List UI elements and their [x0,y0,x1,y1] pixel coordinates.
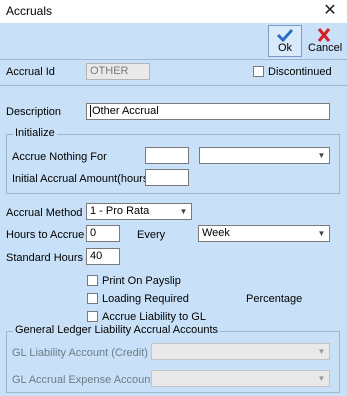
chevron-down-icon: ▼ [179,207,188,216]
accrue-nothing-for-field[interactable] [145,147,189,164]
loading-required-checkbox[interactable] [87,293,98,304]
cancel-button[interactable]: Cancel [307,25,343,57]
every-select[interactable]: Week ▼ [198,225,330,242]
standard-hours-label: Standard Hours [6,252,84,264]
red-x-icon [317,28,331,42]
chevron-down-icon: ▼ [317,151,326,160]
gl-expense-label: GL Accrual Expense Account [12,374,154,386]
text-caret [90,105,91,118]
close-icon[interactable]: ✕ [319,1,341,21]
chevron-down-icon: ▼ [317,374,326,383]
every-label: Every [137,229,166,241]
gl-accounts-group-title: General Ledger Liability Accrual Account… [13,324,221,336]
description-value: Other Accrual [92,105,159,117]
gl-liability-select: ▼ [151,343,330,360]
hours-to-accrue-field[interactable]: 0 [86,225,120,242]
ok-label: Ok [277,42,293,54]
standard-hours-field[interactable]: 40 [86,248,120,265]
toolbar-separator [0,59,347,60]
chevron-down-icon: ▼ [317,229,326,238]
print-on-payslip-label: Print On Payslip [102,275,181,287]
title-bar: Accruals ✕ [0,0,347,23]
loading-required-label: Loading Required [102,293,189,305]
discontinued-checkbox[interactable] [253,66,264,77]
accrue-nothing-for-label: Accrue Nothing For [12,151,107,163]
accrual-method-select[interactable]: 1 - Pro Rata ▼ [86,203,192,220]
accrue-liability-label: Accrue Liability to GL [102,311,206,323]
window-title: Accruals [6,4,53,18]
gl-liability-label: GL Liability Account (Credit) [12,347,148,359]
chevron-down-icon: ▼ [317,347,326,356]
percentage-label: Percentage [246,293,303,305]
every-value: Week [202,227,230,239]
hours-to-accrue-label: Hours to Accrue [6,229,85,241]
discontinued-label: Discontinued [268,66,332,78]
description-field[interactable]: Other Accrual [86,103,330,120]
accrue-nothing-for-unit-select[interactable]: ▼ [199,147,330,164]
initial-accrual-label: Initial Accrual Amount(hours) [12,173,153,185]
accrual-id-field: OTHER [86,63,150,80]
print-on-payslip-checkbox[interactable] [87,275,98,286]
header-separator [0,85,347,86]
description-label: Description [6,106,62,118]
accrual-method-label: Accrual Method [6,207,83,219]
cancel-label: Cancel [308,42,343,54]
initial-accrual-field[interactable] [145,169,189,186]
ok-button[interactable]: Ok [268,25,302,57]
accrual-method-value: 1 - Pro Rata [90,205,150,217]
accrual-id-label: Accrual Id [6,66,55,78]
checkmark-icon [276,28,294,42]
initialize-group-title: Initialize [13,127,57,139]
gl-expense-select: ▼ [151,370,330,387]
accrue-liability-checkbox[interactable] [87,311,98,322]
